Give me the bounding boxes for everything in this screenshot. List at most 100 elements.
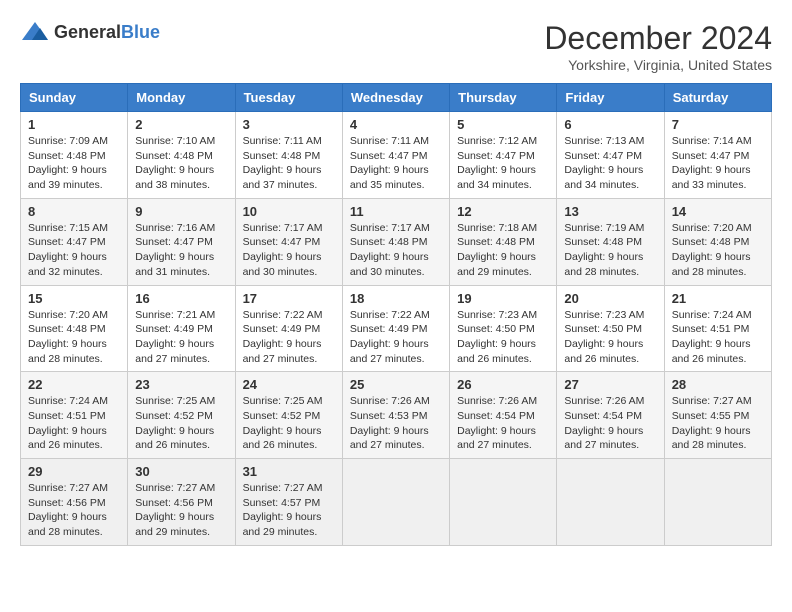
daylight-minutes: and 26 minutes. xyxy=(564,353,639,365)
calendar-week-row: 29 Sunrise: 7:27 AM Sunset: 4:56 PM Dayl… xyxy=(21,459,772,546)
daylight-minutes: and 33 minutes. xyxy=(672,179,747,191)
sunrise-text: Sunrise: 7:24 AM xyxy=(672,309,752,321)
sunset-text: Sunset: 4:50 PM xyxy=(564,323,642,335)
day-info: Sunrise: 7:19 AM Sunset: 4:48 PM Dayligh… xyxy=(564,221,656,280)
day-number: 28 xyxy=(672,377,764,392)
day-number: 6 xyxy=(564,117,656,132)
sunset-text: Sunset: 4:51 PM xyxy=(672,323,750,335)
calendar-cell: 20 Sunrise: 7:23 AM Sunset: 4:50 PM Dayl… xyxy=(557,285,664,372)
sunset-text: Sunset: 4:51 PM xyxy=(28,410,106,422)
daylight-text: Daylight: 9 hours xyxy=(457,251,536,263)
calendar-cell: 21 Sunrise: 7:24 AM Sunset: 4:51 PM Dayl… xyxy=(664,285,771,372)
sunrise-text: Sunrise: 7:20 AM xyxy=(28,309,108,321)
sunset-text: Sunset: 4:48 PM xyxy=(28,323,106,335)
sunset-text: Sunset: 4:52 PM xyxy=(243,410,321,422)
day-number: 16 xyxy=(135,291,227,306)
sunrise-text: Sunrise: 7:18 AM xyxy=(457,222,537,234)
daylight-text: Daylight: 9 hours xyxy=(672,425,751,437)
day-info: Sunrise: 7:20 AM Sunset: 4:48 PM Dayligh… xyxy=(28,308,120,367)
calendar-cell: 22 Sunrise: 7:24 AM Sunset: 4:51 PM Dayl… xyxy=(21,372,128,459)
daylight-minutes: and 28 minutes. xyxy=(672,439,747,451)
calendar-cell: 3 Sunrise: 7:11 AM Sunset: 4:48 PM Dayli… xyxy=(235,112,342,199)
sunset-text: Sunset: 4:47 PM xyxy=(28,236,106,248)
sunrise-text: Sunrise: 7:23 AM xyxy=(457,309,537,321)
calendar-cell: 12 Sunrise: 7:18 AM Sunset: 4:48 PM Dayl… xyxy=(450,198,557,285)
day-info: Sunrise: 7:27 AM Sunset: 4:56 PM Dayligh… xyxy=(28,481,120,540)
calendar-cell: 31 Sunrise: 7:27 AM Sunset: 4:57 PM Dayl… xyxy=(235,459,342,546)
logo-icon xyxy=(20,20,50,44)
day-number: 7 xyxy=(672,117,764,132)
calendar-header-row: SundayMondayTuesdayWednesdayThursdayFrid… xyxy=(21,84,772,112)
daylight-text: Daylight: 9 hours xyxy=(672,251,751,263)
sunrise-text: Sunrise: 7:26 AM xyxy=(457,395,537,407)
day-info: Sunrise: 7:24 AM Sunset: 4:51 PM Dayligh… xyxy=(672,308,764,367)
daylight-minutes: and 26 minutes. xyxy=(28,439,103,451)
calendar-cell: 13 Sunrise: 7:19 AM Sunset: 4:48 PM Dayl… xyxy=(557,198,664,285)
daylight-minutes: and 26 minutes. xyxy=(672,353,747,365)
sunset-text: Sunset: 4:49 PM xyxy=(350,323,428,335)
calendar-cell: 14 Sunrise: 7:20 AM Sunset: 4:48 PM Dayl… xyxy=(664,198,771,285)
day-number: 21 xyxy=(672,291,764,306)
sunrise-text: Sunrise: 7:24 AM xyxy=(28,395,108,407)
calendar-cell: 4 Sunrise: 7:11 AM Sunset: 4:47 PM Dayli… xyxy=(342,112,449,199)
day-number: 29 xyxy=(28,464,120,479)
daylight-minutes: and 29 minutes. xyxy=(243,526,318,538)
day-info: Sunrise: 7:20 AM Sunset: 4:48 PM Dayligh… xyxy=(672,221,764,280)
daylight-minutes: and 28 minutes. xyxy=(672,266,747,278)
calendar-week-row: 15 Sunrise: 7:20 AM Sunset: 4:48 PM Dayl… xyxy=(21,285,772,372)
day-number: 10 xyxy=(243,204,335,219)
daylight-text: Daylight: 9 hours xyxy=(457,164,536,176)
sunrise-text: Sunrise: 7:26 AM xyxy=(564,395,644,407)
sunrise-text: Sunrise: 7:25 AM xyxy=(135,395,215,407)
day-number: 23 xyxy=(135,377,227,392)
day-number: 26 xyxy=(457,377,549,392)
daylight-text: Daylight: 9 hours xyxy=(28,164,107,176)
day-info: Sunrise: 7:27 AM Sunset: 4:55 PM Dayligh… xyxy=(672,394,764,453)
calendar-cell: 24 Sunrise: 7:25 AM Sunset: 4:52 PM Dayl… xyxy=(235,372,342,459)
sunrise-text: Sunrise: 7:11 AM xyxy=(350,135,429,147)
sunrise-text: Sunrise: 7:10 AM xyxy=(135,135,215,147)
subtitle: Yorkshire, Virginia, United States xyxy=(544,57,772,73)
day-number: 17 xyxy=(243,291,335,306)
day-number: 18 xyxy=(350,291,442,306)
sunset-text: Sunset: 4:52 PM xyxy=(135,410,213,422)
sunrise-text: Sunrise: 7:22 AM xyxy=(243,309,323,321)
daylight-minutes: and 26 minutes. xyxy=(243,439,318,451)
calendar-cell: 8 Sunrise: 7:15 AM Sunset: 4:47 PM Dayli… xyxy=(21,198,128,285)
daylight-minutes: and 34 minutes. xyxy=(457,179,532,191)
sunset-text: Sunset: 4:47 PM xyxy=(135,236,213,248)
day-header-friday: Friday xyxy=(557,84,664,112)
sunset-text: Sunset: 4:47 PM xyxy=(672,150,750,162)
daylight-text: Daylight: 9 hours xyxy=(350,425,429,437)
sunset-text: Sunset: 4:56 PM xyxy=(135,497,213,509)
daylight-minutes: and 38 minutes. xyxy=(135,179,210,191)
logo-text-blue: Blue xyxy=(121,22,160,42)
daylight-minutes: and 31 minutes. xyxy=(135,266,210,278)
day-info: Sunrise: 7:10 AM Sunset: 4:48 PM Dayligh… xyxy=(135,134,227,193)
day-header-saturday: Saturday xyxy=(664,84,771,112)
day-info: Sunrise: 7:22 AM Sunset: 4:49 PM Dayligh… xyxy=(243,308,335,367)
day-info: Sunrise: 7:11 AM Sunset: 4:48 PM Dayligh… xyxy=(243,134,335,193)
day-number: 30 xyxy=(135,464,227,479)
day-info: Sunrise: 7:25 AM Sunset: 4:52 PM Dayligh… xyxy=(135,394,227,453)
calendar-cell: 25 Sunrise: 7:26 AM Sunset: 4:53 PM Dayl… xyxy=(342,372,449,459)
daylight-text: Daylight: 9 hours xyxy=(564,425,643,437)
calendar-cell xyxy=(664,459,771,546)
daylight-text: Daylight: 9 hours xyxy=(28,251,107,263)
day-info: Sunrise: 7:09 AM Sunset: 4:48 PM Dayligh… xyxy=(28,134,120,193)
calendar-cell: 7 Sunrise: 7:14 AM Sunset: 4:47 PM Dayli… xyxy=(664,112,771,199)
sunrise-text: Sunrise: 7:26 AM xyxy=(350,395,430,407)
sunset-text: Sunset: 4:54 PM xyxy=(564,410,642,422)
calendar-cell: 5 Sunrise: 7:12 AM Sunset: 4:47 PM Dayli… xyxy=(450,112,557,199)
calendar-cell xyxy=(557,459,664,546)
sunset-text: Sunset: 4:48 PM xyxy=(350,236,428,248)
sunset-text: Sunset: 4:48 PM xyxy=(243,150,321,162)
sunset-text: Sunset: 4:48 PM xyxy=(564,236,642,248)
day-number: 24 xyxy=(243,377,335,392)
daylight-minutes: and 29 minutes. xyxy=(457,266,532,278)
sunset-text: Sunset: 4:53 PM xyxy=(350,410,428,422)
daylight-minutes: and 32 minutes. xyxy=(28,266,103,278)
sunset-text: Sunset: 4:49 PM xyxy=(243,323,321,335)
calendar-cell: 1 Sunrise: 7:09 AM Sunset: 4:48 PM Dayli… xyxy=(21,112,128,199)
daylight-minutes: and 29 minutes. xyxy=(135,526,210,538)
